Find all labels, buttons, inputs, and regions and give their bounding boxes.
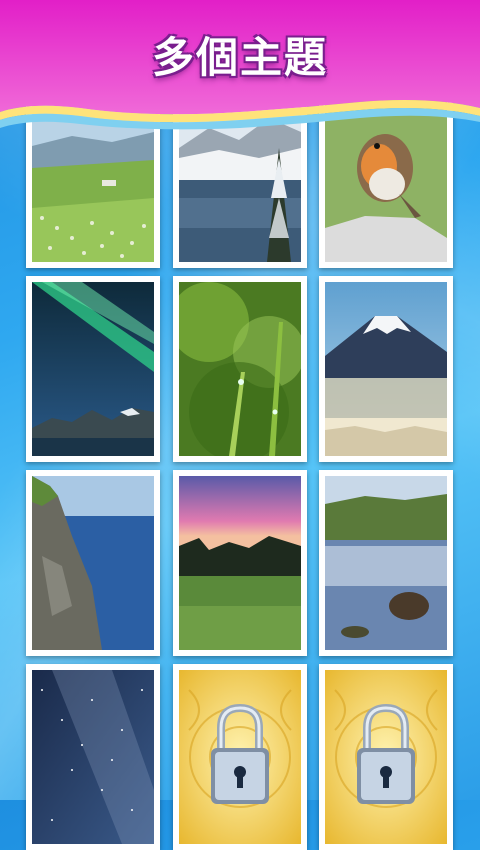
theme-thumbnail-sea-cliff — [32, 476, 154, 650]
theme-thumbnail-grass-dew — [179, 282, 301, 456]
theme-thumbnail-aurora — [32, 282, 154, 456]
header-banner: 多個主題 — [0, 0, 480, 132]
theme-tile-locked-1[interactable] — [173, 664, 307, 850]
lock-icon — [357, 703, 415, 804]
theme-thumbnail-pond-reflection — [325, 476, 447, 650]
theme-tile-mount-fuji[interactable] — [319, 276, 453, 462]
theme-tile-sea-cliff[interactable] — [26, 470, 160, 656]
theme-thumbnail-mount-fuji — [325, 282, 447, 456]
theme-tile-grass-dew[interactable] — [173, 276, 307, 462]
theme-tile-pond-reflection[interactable] — [319, 470, 453, 656]
theme-tile-aurora[interactable] — [26, 276, 160, 462]
theme-thumbnail-sunset-field — [179, 476, 301, 650]
theme-tile-locked-2[interactable] — [319, 664, 453, 850]
theme-tile-starry-sky[interactable] — [26, 664, 160, 850]
page-title: 多個主題 — [151, 33, 328, 82]
lock-icon — [211, 703, 269, 804]
theme-tile-sunset-field[interactable] — [173, 470, 307, 656]
theme-thumbnail-starry-sky — [32, 670, 154, 844]
